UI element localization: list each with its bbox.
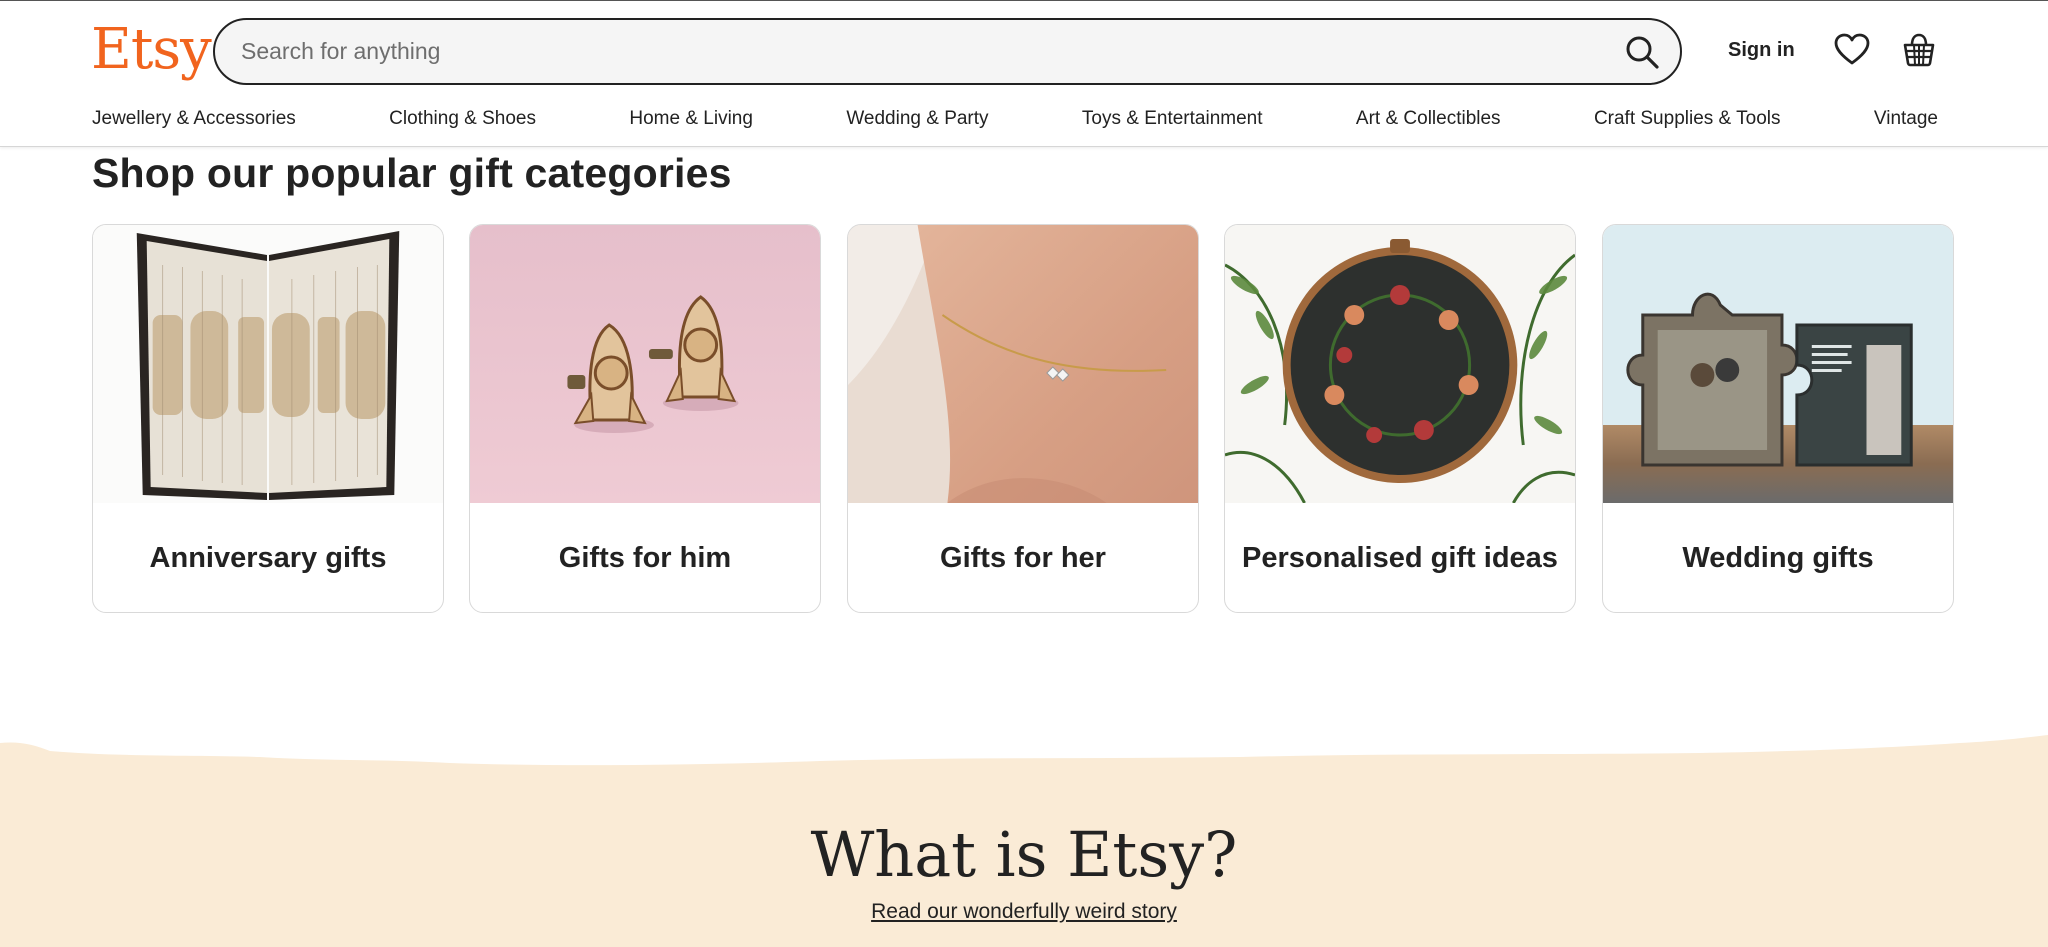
- card-image: [470, 225, 820, 503]
- about-title: What is Etsy?: [810, 818, 1238, 891]
- cart-button[interactable]: [1899, 30, 1939, 70]
- nav-item-craft[interactable]: Craft Supplies & Tools: [1594, 105, 1781, 135]
- card-image: [1603, 225, 1953, 503]
- basket-icon: [1903, 33, 1935, 67]
- nav-item-home[interactable]: Home & Living: [629, 105, 753, 135]
- search-input[interactable]: [241, 20, 1581, 83]
- card-image: [1225, 225, 1575, 503]
- heart-icon: [1834, 33, 1870, 65]
- etsy-logo[interactable]: Etsy: [91, 15, 212, 85]
- nav-item-art[interactable]: Art & Collectibles: [1356, 105, 1501, 135]
- gift-card-anniversary[interactable]: Anniversary gifts: [92, 224, 444, 613]
- search-icon: [1626, 36, 1659, 69]
- sign-in-link[interactable]: Sign in: [1722, 34, 1801, 66]
- card-label: Wedding gifts: [1682, 542, 1874, 574]
- gift-category-cards: Anniversary gifts Gifts for him Gifts fo…: [92, 224, 1954, 613]
- gift-card-her[interactable]: Gifts for her: [847, 224, 1199, 613]
- about-link-container: Read our wonderfully weird story: [0, 898, 2048, 926]
- nav-item-clothing[interactable]: Clothing & Shoes: [389, 105, 536, 135]
- card-label: Gifts for her: [940, 542, 1106, 574]
- read-story-link[interactable]: Read our wonderfully weird story: [871, 900, 1177, 923]
- card-label: Gifts for him: [558, 542, 732, 574]
- nav-item-toys[interactable]: Toys & Entertainment: [1082, 105, 1263, 135]
- gift-card-personalised[interactable]: Personalised gift ideas: [1224, 224, 1576, 613]
- nav-item-wedding[interactable]: Wedding & Party: [846, 105, 988, 135]
- section-title: Shop our popular gift categories: [92, 150, 732, 196]
- card-label: Personalised gift ideas: [1242, 542, 1558, 574]
- gift-card-wedding[interactable]: Wedding gifts: [1602, 224, 1954, 613]
- nav-item-jewellery[interactable]: Jewellery & Accessories: [92, 105, 296, 135]
- nav-item-vintage[interactable]: Vintage: [1874, 105, 1938, 135]
- card-image: [93, 225, 443, 503]
- card-label: Anniversary gifts: [149, 542, 387, 574]
- gift-card-him[interactable]: Gifts for him: [469, 224, 821, 613]
- favorites-button[interactable]: [1832, 30, 1872, 70]
- search-button[interactable]: [1624, 34, 1660, 70]
- site-header: Etsy Sign in Jewellery & Accessories Clo…: [0, 0, 2048, 147]
- search-bar: [213, 18, 1682, 85]
- category-nav: Jewellery & Accessories Clothing & Shoes…: [92, 105, 1938, 135]
- card-image: [848, 225, 1198, 503]
